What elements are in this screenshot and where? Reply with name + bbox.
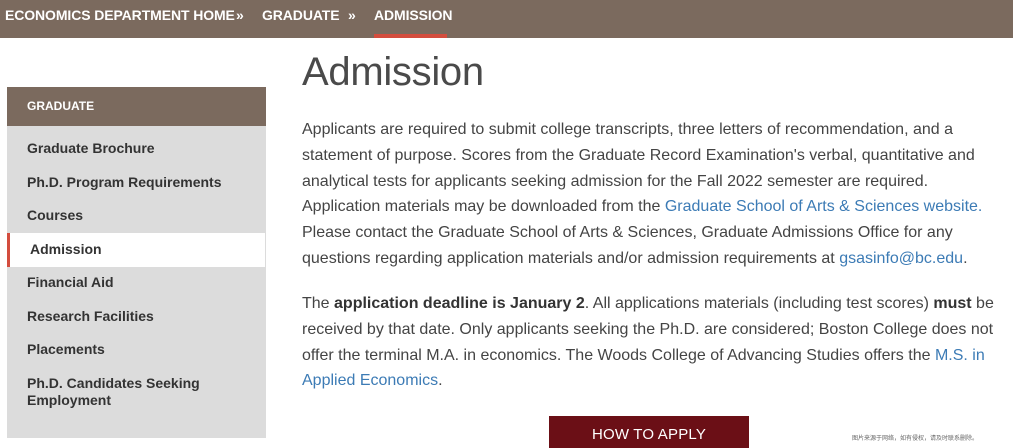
- admission-requirements-paragraph: Applicants are required to submit colleg…: [302, 117, 1002, 272]
- paragraph-text: .: [963, 249, 968, 267]
- sidebar-item-placements[interactable]: Placements: [7, 341, 266, 361]
- breadcrumb-separator: »: [236, 7, 244, 23]
- breadcrumb-separator: »: [348, 7, 356, 23]
- breadcrumb-bar: ECONOMICS DEPARTMENT HOME » GRADUATE » A…: [0, 0, 1013, 38]
- sidebar-item-label: Research Facilities: [27, 308, 154, 324]
- breadcrumb-link-graduate[interactable]: GRADUATE: [262, 7, 340, 23]
- sidebar-item-phd-candidates[interactable]: Ph.D. Candidates Seeking Employment: [7, 375, 266, 411]
- sidebar-item-label: Ph.D. Candidates Seeking Employment: [27, 375, 200, 408]
- gsas-website-link[interactable]: Graduate School of Arts & Sciences websi…: [665, 198, 983, 215]
- paragraph-text: .: [438, 372, 443, 390]
- sidebar-item-label: Graduate Brochure: [27, 140, 155, 156]
- image-source-watermark: 图片来源于网络，如有侵权，请及时联系删除。: [852, 436, 979, 442]
- breadcrumb-link-economics-home[interactable]: ECONOMICS DEPARTMENT HOME: [5, 7, 235, 23]
- paragraph-text: . All applications materials (including …: [584, 295, 934, 312]
- how-to-apply-button[interactable]: HOW TO APPLY: [549, 416, 749, 448]
- sidebar-header-label: GRADUATE: [27, 99, 95, 113]
- sidebar-item-financial-aid[interactable]: Financial Aid: [7, 274, 266, 294]
- sidebar-item-research-facilities[interactable]: Research Facilities: [7, 308, 266, 328]
- deadline-paragraph: The application deadline is January 2. A…: [302, 291, 1002, 394]
- sidebar-item-label: Ph.D. Program Requirements: [27, 174, 222, 190]
- sidebar-header: GRADUATE: [7, 87, 266, 126]
- sidebar-nav: GRADUATE Graduate Brochure Ph.D. Program…: [7, 87, 266, 438]
- sidebar-item-courses[interactable]: Courses: [7, 207, 266, 227]
- gsas-email-link[interactable]: gsasinfo@bc.edu: [839, 250, 963, 267]
- breadcrumb-current-admission[interactable]: ADMISSION: [374, 7, 453, 23]
- sidebar-item-admission[interactable]: Admission: [7, 233, 265, 267]
- page-title: Admission: [302, 50, 484, 94]
- sidebar-item-label: Placements: [27, 341, 105, 357]
- must-emphasis: must: [933, 295, 972, 312]
- sidebar-item-label: Courses: [27, 207, 84, 223]
- sidebar-item-label: Financial Aid: [27, 274, 114, 290]
- sidebar-item-phd-requirements[interactable]: Ph.D. Program Requirements: [7, 174, 266, 194]
- sidebar-item-graduate-brochure[interactable]: Graduate Brochure: [7, 140, 266, 160]
- deadline-emphasis: application deadline is January 2: [334, 295, 585, 312]
- paragraph-text: The: [302, 295, 335, 312]
- sidebar-item-label: Admission: [30, 241, 102, 257]
- breadcrumb-active-indicator: [374, 34, 447, 38]
